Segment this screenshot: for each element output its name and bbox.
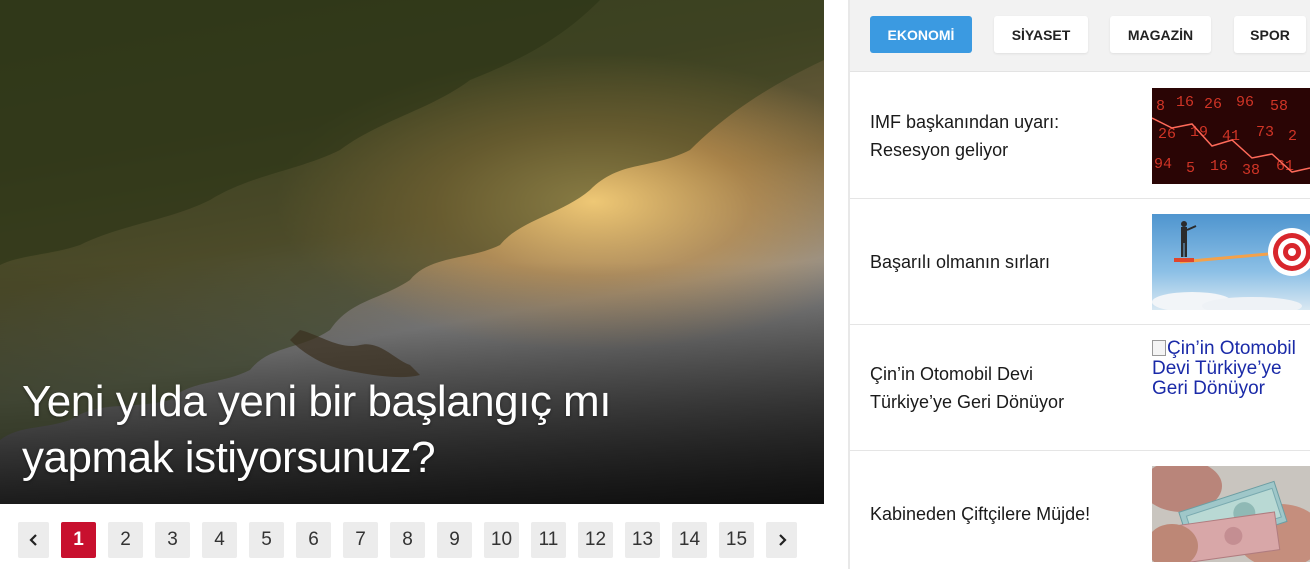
page-button-5[interactable]: 5 [249, 522, 284, 558]
page-button-12[interactable]: 12 [578, 522, 613, 558]
broken-image-icon [1152, 340, 1166, 356]
svg-text:38: 38 [1242, 162, 1260, 179]
tab-magazin[interactable]: MAGAZİN [1110, 16, 1211, 53]
page-button-11[interactable]: 11 [531, 522, 566, 558]
news-title[interactable]: Kabineden Çiftçilere Müjde! [870, 500, 1115, 528]
category-news-panel: EKONOMİ SİYASET MAGAZİN SPOR IMF başkanı… [848, 0, 1310, 569]
page-button-3[interactable]: 3 [155, 522, 190, 558]
svg-text:94: 94 [1154, 156, 1172, 173]
svg-text:2: 2 [1288, 128, 1297, 145]
headline-slider: Yeni yılda yeni bir başlangıç mı yapmak … [0, 0, 824, 569]
category-tabs: EKONOMİ SİYASET MAGAZİN SPOR [850, 0, 1310, 72]
page: Yeni yılda yeni bir başlangıç mı yapmak … [0, 0, 1310, 569]
page-button-13[interactable]: 13 [625, 522, 660, 558]
page-button-6[interactable]: 6 [296, 522, 331, 558]
target-success-image [1152, 214, 1310, 310]
svg-text:26: 26 [1204, 96, 1222, 113]
news-title[interactable]: Çin’in Otomobil Devi Türkiye’ye Geri Dön… [870, 360, 1115, 416]
news-title[interactable]: Başarılı olmanın sırları [870, 248, 1115, 276]
page-button-4[interactable]: 4 [202, 522, 237, 558]
money-hands-image [1152, 466, 1310, 562]
broken-image-alt[interactable]: Çin’in Otomobil Devi Türkiye’ye Geri Dön… [1152, 339, 1310, 399]
chevron-right-icon [778, 534, 787, 546]
tab-spor[interactable]: SPOR [1234, 16, 1306, 53]
news-thumbnail[interactable]: 8 16 26 96 58 26 19 41 73 2 94 5 16 38 61 [1152, 88, 1310, 184]
image-alt-text: Çin’in Otomobil Devi Türkiye’ye Geri Dön… [1152, 338, 1296, 399]
news-thumbnail[interactable] [1152, 466, 1310, 562]
page-button-2[interactable]: 2 [108, 522, 143, 558]
svg-text:73: 73 [1256, 124, 1274, 141]
slider-pagination: 1 2 3 4 5 6 7 8 9 10 11 12 13 14 15 [18, 522, 797, 558]
chevron-left-icon [28, 534, 37, 546]
page-button-15[interactable]: 15 [719, 522, 754, 558]
svg-text:16: 16 [1210, 158, 1228, 175]
svg-text:8: 8 [1156, 98, 1165, 115]
page-button-1[interactable]: 1 [61, 522, 96, 558]
page-button-10[interactable]: 10 [484, 522, 519, 558]
page-button-8[interactable]: 8 [390, 522, 425, 558]
news-title[interactable]: IMF başkanından uyarı: Resesyon geliyor [870, 108, 1115, 164]
slide-image[interactable]: Yeni yılda yeni bir başlangıç mı yapmak … [0, 0, 824, 504]
page-button-14[interactable]: 14 [672, 522, 707, 558]
svg-text:5: 5 [1186, 160, 1195, 177]
tab-ekonomi[interactable]: EKONOMİ [870, 16, 972, 53]
svg-text:26: 26 [1158, 126, 1176, 143]
stock-board-image: 8 16 26 96 58 26 19 41 73 2 94 5 16 38 61 [1152, 88, 1310, 184]
tab-siyaset[interactable]: SİYASET [994, 16, 1088, 53]
svg-text:58: 58 [1270, 98, 1288, 115]
prev-button[interactable] [18, 522, 49, 558]
svg-text:16: 16 [1176, 94, 1194, 111]
page-button-7[interactable]: 7 [343, 522, 378, 558]
page-button-9[interactable]: 9 [437, 522, 472, 558]
news-item[interactable]: Başarılı olmanın sırları [850, 199, 1310, 325]
news-item[interactable]: Kabineden Çiftçilere Müjde! [850, 451, 1310, 569]
news-thumbnail[interactable] [1152, 214, 1310, 310]
news-item[interactable]: Çin’in Otomobil Devi Türkiye’ye Geri Dön… [850, 325, 1310, 451]
svg-text:96: 96 [1236, 94, 1254, 111]
headline-title[interactable]: Yeni yılda yeni bir başlangıç mı yapmak … [22, 374, 722, 486]
next-button[interactable] [766, 522, 797, 558]
news-item[interactable]: IMF başkanından uyarı: Resesyon geliyor … [850, 73, 1310, 199]
